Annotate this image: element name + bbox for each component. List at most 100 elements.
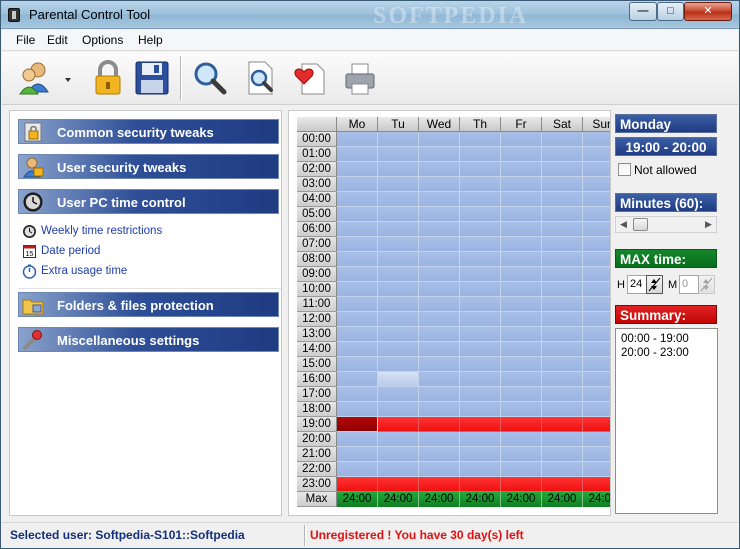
search-document-button[interactable]: [240, 58, 280, 98]
schedule-cell[interactable]: [583, 417, 610, 432]
schedule-cell[interactable]: [378, 372, 419, 387]
schedule-cell[interactable]: [583, 132, 610, 147]
max-time-cell[interactable]: 24:00: [583, 492, 610, 507]
schedule-cell[interactable]: [583, 207, 610, 222]
schedule-cell[interactable]: [542, 237, 583, 252]
schedule-cell[interactable]: [542, 162, 583, 177]
schedule-cell[interactable]: [583, 252, 610, 267]
day-header-th[interactable]: Th: [460, 117, 501, 132]
schedule-cell[interactable]: [419, 312, 460, 327]
search-button[interactable]: [190, 58, 230, 98]
schedule-cell[interactable]: [501, 312, 542, 327]
schedule-cell[interactable]: [419, 192, 460, 207]
schedule-cell[interactable]: [542, 252, 583, 267]
schedule-cell[interactable]: [583, 237, 610, 252]
schedule-cell[interactable]: [542, 417, 583, 432]
schedule-cell[interactable]: [460, 162, 501, 177]
schedule-cell[interactable]: [501, 432, 542, 447]
save-button[interactable]: [132, 58, 172, 98]
schedule-cell[interactable]: [460, 207, 501, 222]
schedule-cell[interactable]: [583, 177, 610, 192]
schedule-cell[interactable]: [501, 177, 542, 192]
schedule-cell[interactable]: [337, 162, 378, 177]
schedule-cell[interactable]: [542, 282, 583, 297]
schedule-cell[interactable]: [501, 222, 542, 237]
minutes-slider[interactable]: ◀ ▶: [615, 216, 717, 233]
hours-input[interactable]: 24: [627, 275, 647, 294]
minimize-button[interactable]: —: [629, 2, 657, 21]
schedule-cell[interactable]: [542, 447, 583, 462]
schedule-cell[interactable]: [542, 357, 583, 372]
scroll-right-arrow-icon[interactable]: ▶: [701, 217, 716, 232]
schedule-cell[interactable]: [460, 432, 501, 447]
schedule-cell[interactable]: [378, 267, 419, 282]
schedule-cell[interactable]: [337, 297, 378, 312]
schedule-cell[interactable]: [501, 387, 542, 402]
nav-miscellaneous-settings[interactable]: Miscellaneous settings: [18, 327, 279, 352]
schedule-cell[interactable]: [542, 267, 583, 282]
schedule-cell[interactable]: [378, 462, 419, 477]
schedule-cell[interactable]: [501, 462, 542, 477]
print-button[interactable]: [340, 58, 380, 98]
schedule-cell[interactable]: [460, 282, 501, 297]
max-time-cell[interactable]: 24:00: [542, 492, 583, 507]
minutes-input[interactable]: 0: [679, 275, 699, 294]
schedule-cell[interactable]: [542, 477, 583, 492]
schedule-cell[interactable]: [337, 387, 378, 402]
schedule-cell[interactable]: [337, 447, 378, 462]
menu-edit[interactable]: Edit: [47, 33, 68, 47]
schedule-cell[interactable]: [542, 327, 583, 342]
schedule-cell[interactable]: [583, 282, 610, 297]
schedule-cell[interactable]: [337, 192, 378, 207]
nav-common-security-tweaks[interactable]: Common security tweaks: [18, 119, 279, 144]
schedule-cell[interactable]: [378, 177, 419, 192]
schedule-cell[interactable]: [583, 432, 610, 447]
schedule-cell[interactable]: [419, 222, 460, 237]
max-time-cell[interactable]: 24:00: [337, 492, 378, 507]
schedule-cell[interactable]: [542, 312, 583, 327]
schedule-cell[interactable]: [460, 312, 501, 327]
schedule-cell[interactable]: [378, 402, 419, 417]
schedule-cell[interactable]: [583, 402, 610, 417]
day-header-wed[interactable]: Wed: [419, 117, 460, 132]
schedule-cell[interactable]: [583, 372, 610, 387]
schedule-cell[interactable]: [583, 297, 610, 312]
schedule-cell[interactable]: [419, 327, 460, 342]
hours-stepper[interactable]: [646, 275, 663, 294]
schedule-cell[interactable]: [501, 417, 542, 432]
day-header-fr[interactable]: Fr: [501, 117, 542, 132]
schedule-cell[interactable]: [337, 357, 378, 372]
schedule-cell[interactable]: [583, 312, 610, 327]
schedule-cell[interactable]: [501, 207, 542, 222]
schedule-cell[interactable]: [419, 162, 460, 177]
schedule-cell[interactable]: [337, 402, 378, 417]
menu-help[interactable]: Help: [138, 33, 163, 47]
schedule-cell[interactable]: [337, 432, 378, 447]
not-allowed-checkbox[interactable]: [618, 163, 631, 176]
schedule-cell[interactable]: [460, 477, 501, 492]
schedule-cell[interactable]: [419, 447, 460, 462]
schedule-cell[interactable]: [378, 357, 419, 372]
schedule-cell[interactable]: [501, 147, 542, 162]
schedule-cell[interactable]: [460, 177, 501, 192]
nav-folders-files-protection[interactable]: Folders & files protection: [18, 292, 279, 317]
schedule-cell[interactable]: [583, 267, 610, 282]
schedule-cell[interactable]: [501, 237, 542, 252]
max-time-cell[interactable]: 24:00: [501, 492, 542, 507]
schedule-cell[interactable]: [542, 147, 583, 162]
schedule-cell[interactable]: [460, 192, 501, 207]
schedule-cell[interactable]: [378, 327, 419, 342]
close-button[interactable]: ✕: [684, 2, 732, 21]
schedule-cell[interactable]: [583, 192, 610, 207]
schedule-cell[interactable]: [542, 222, 583, 237]
schedule-cell[interactable]: [501, 372, 542, 387]
schedule-cell[interactable]: [378, 387, 419, 402]
schedule-cell[interactable]: [337, 417, 378, 432]
schedule-cell[interactable]: [378, 312, 419, 327]
schedule-cell[interactable]: [419, 177, 460, 192]
schedule-cell[interactable]: [337, 222, 378, 237]
schedule-cell[interactable]: [378, 192, 419, 207]
schedule-cell[interactable]: [419, 462, 460, 477]
schedule-cell[interactable]: [419, 147, 460, 162]
schedule-cell[interactable]: [378, 132, 419, 147]
